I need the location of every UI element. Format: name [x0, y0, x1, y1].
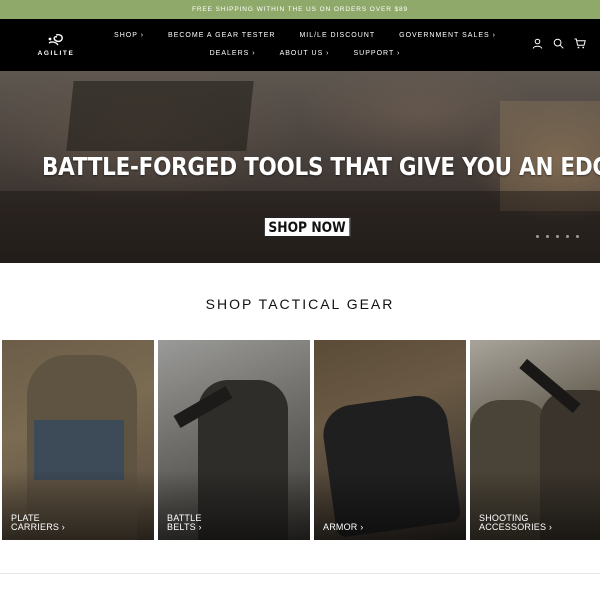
- category-card-armor[interactable]: ARMOR ›: [314, 340, 466, 540]
- section-title: SHOP TACTICAL GEAR: [205, 296, 395, 312]
- nav-about-us[interactable]: ABOUT US ›: [280, 50, 330, 57]
- category-card-shooting-accessories[interactable]: SHOOTING ACCESSORIES ›: [470, 340, 600, 540]
- section-divider: [0, 573, 600, 574]
- category-card-battle-belts[interactable]: BATTLE BELTS ›: [158, 340, 310, 540]
- hero-bg-ruin-left: [66, 81, 254, 151]
- announcement-bar: FREE SHIPPING WITHIN THE US ON ORDERS OV…: [0, 0, 600, 19]
- slide-dot[interactable]: [546, 235, 549, 238]
- cart-icon[interactable]: [574, 38, 586, 49]
- search-icon[interactable]: [553, 38, 564, 49]
- category-label: ARMOR ›: [323, 521, 364, 532]
- nav-dealers[interactable]: DEALERS ›: [210, 50, 256, 57]
- slide-dot[interactable]: [556, 235, 559, 238]
- category-label-line2: CARRIERS ›: [11, 521, 66, 532]
- slide-dot[interactable]: [566, 235, 569, 238]
- slide-dot[interactable]: [536, 235, 539, 238]
- scorpion-logo-icon: [48, 34, 63, 46]
- nav-become-gear-tester[interactable]: BECOME A GEAR TESTER: [168, 32, 275, 39]
- nav-mil-le-discount[interactable]: MIL/LE DISCOUNT: [299, 32, 375, 39]
- brand-logo-text: AGILITE: [37, 50, 75, 57]
- nav-shop[interactable]: SHOP ›: [114, 32, 144, 39]
- utility-icons: [532, 38, 586, 49]
- slide-dots: [536, 235, 579, 238]
- account-icon[interactable]: [532, 38, 543, 49]
- category-label-line2: BELTS ›: [167, 521, 202, 532]
- hero-banner: BATTLE-FORGED TOOLS THAT GIVE YOU AN EDG…: [0, 71, 600, 263]
- category-label: PLATE CARRIERS ›: [11, 514, 65, 531]
- slide-dot[interactable]: [576, 235, 579, 238]
- category-grid: PLATE CARRIERS › BATTLE BELTS › ARMOR › …: [2, 340, 600, 540]
- category-label-line2: ARMOR ›: [323, 521, 364, 532]
- category-label-line2: ACCESSORIES ›: [479, 521, 553, 532]
- top-navigation: AGILITE SHOP › BECOME A GEAR TESTER MIL/…: [0, 19, 600, 71]
- armor-plate-logo: [369, 435, 414, 443]
- nav-support[interactable]: SUPPORT ›: [354, 50, 401, 57]
- main-menu-row-2: DEALERS › ABOUT US › SUPPORT ›: [100, 50, 510, 57]
- hero-title: BATTLE-FORGED TOOLS THAT GIVE YOU AN EDG…: [42, 152, 600, 181]
- brand-logo[interactable]: AGILITE: [32, 33, 80, 59]
- nav-government-sales[interactable]: GOVERNMENT SALES ›: [399, 32, 496, 39]
- category-label: BATTLE BELTS ›: [167, 514, 202, 531]
- category-label: SHOOTING ACCESSORIES ›: [479, 514, 552, 531]
- category-card-plate-carriers[interactable]: PLATE CARRIERS ›: [2, 340, 154, 540]
- shop-now-button[interactable]: SHOP NOW: [264, 217, 351, 237]
- main-menu-row-1: SHOP › BECOME A GEAR TESTER MIL/LE DISCO…: [100, 32, 510, 39]
